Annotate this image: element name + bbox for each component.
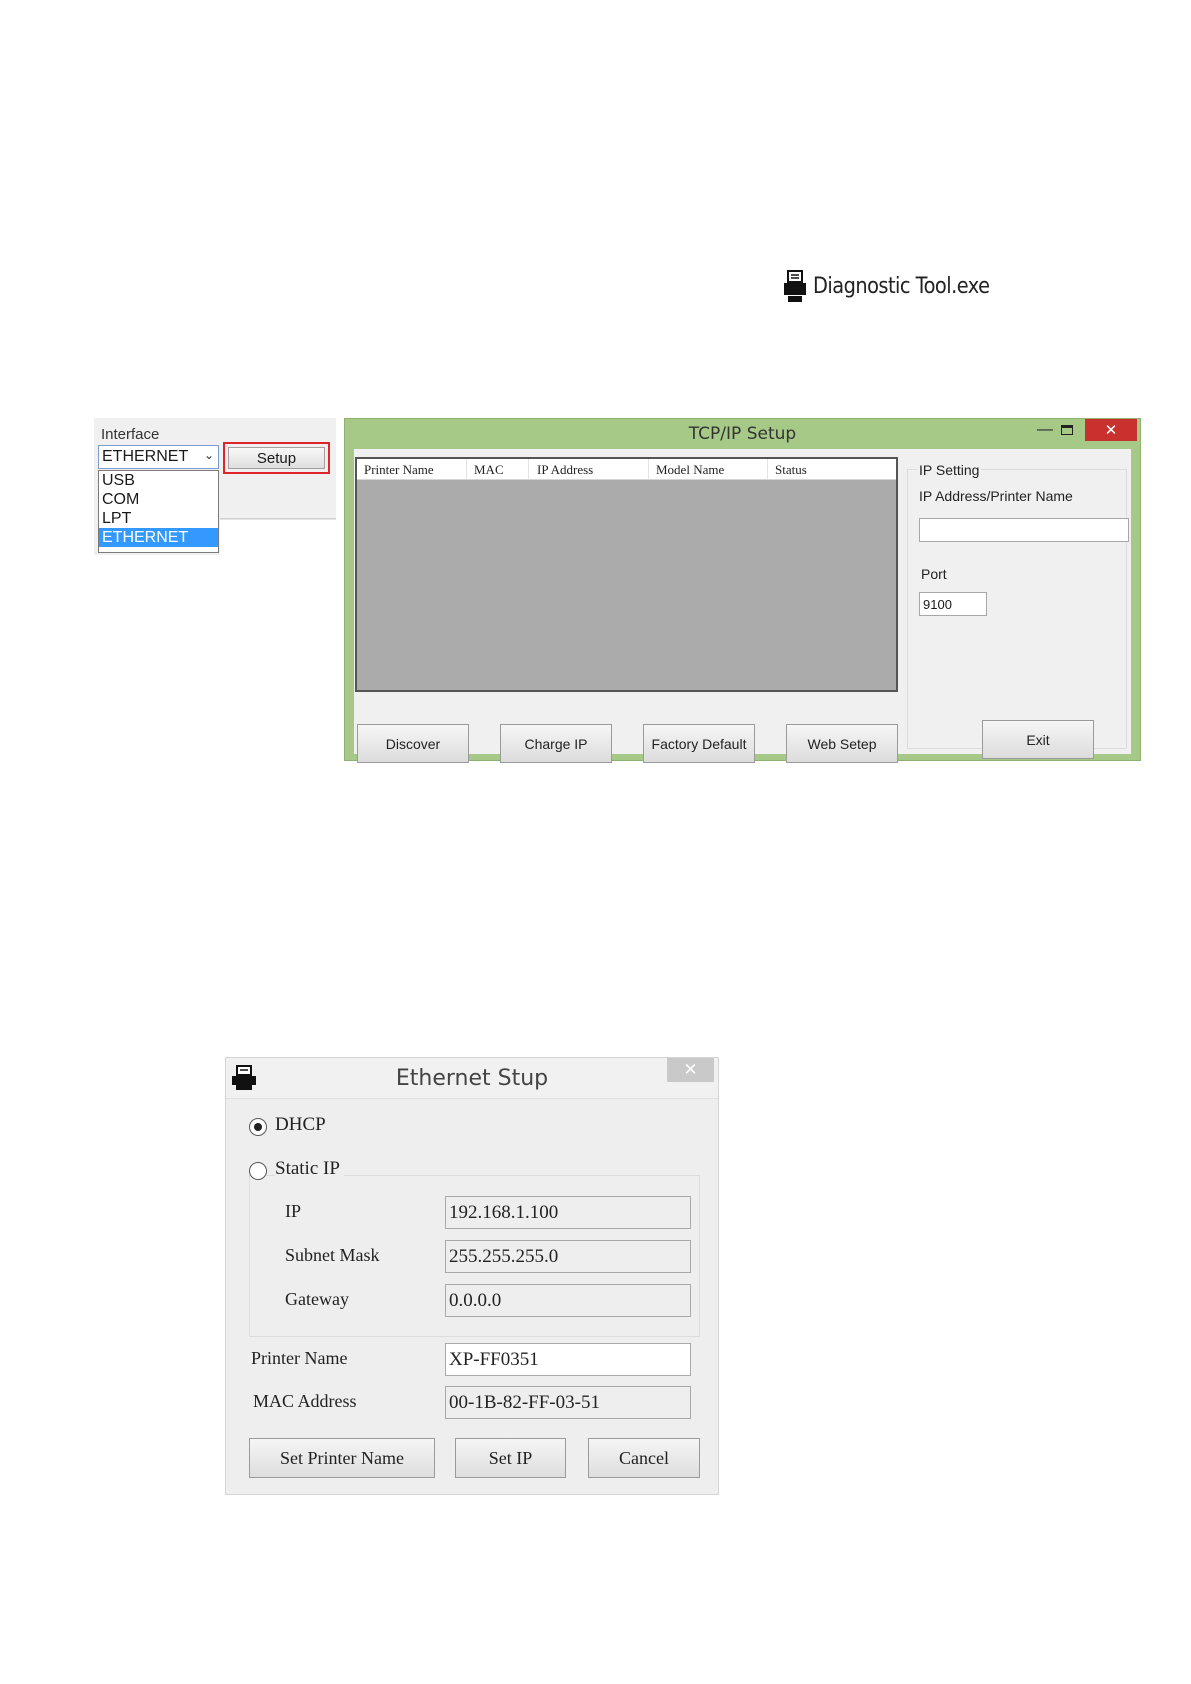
port-label: Port xyxy=(921,566,947,582)
charge-ip-button[interactable]: Charge IP xyxy=(500,724,612,763)
title-bar: Ethernet Stup ✕ xyxy=(226,1058,718,1099)
ip-address-input[interactable] xyxy=(919,518,1129,542)
ip-address-label: IP Address/Printer Name xyxy=(919,488,1073,504)
close-icon: ✕ xyxy=(683,1060,698,1079)
discover-button[interactable]: Discover xyxy=(357,724,469,763)
option-lpt[interactable]: LPT xyxy=(99,509,218,528)
subnet-mask-field[interactable]: 255.255.255.0 xyxy=(445,1240,691,1273)
title-bar: TCP/IP Setup — ✕ xyxy=(345,419,1140,449)
ip-label: IP xyxy=(285,1201,302,1221)
list-header: Printer Name MAC IP Address Model Name S… xyxy=(357,459,896,480)
ip-setting-label: IP Setting xyxy=(917,462,982,478)
column-divider xyxy=(648,459,649,479)
maximize-button[interactable] xyxy=(1061,425,1073,435)
column-printer-name[interactable]: Printer Name xyxy=(364,462,434,478)
column-divider xyxy=(466,459,467,479)
setup-button[interactable]: Setup xyxy=(228,447,325,469)
set-printer-name-button[interactable]: Set Printer Name xyxy=(249,1438,435,1478)
column-divider xyxy=(528,459,529,479)
diagnostic-tool-file[interactable]: Diagnostic Tool.exe xyxy=(783,268,1014,304)
column-model-name[interactable]: Model Name xyxy=(656,462,724,478)
option-com[interactable]: COM xyxy=(99,490,218,509)
gateway-label: Gateway xyxy=(285,1289,349,1309)
column-ip-address[interactable]: IP Address xyxy=(537,462,593,478)
mac-address-label: MAC Address xyxy=(253,1391,357,1411)
interface-panel: Interface ETHERNET ⌄ Setup USB COM LPT E… xyxy=(94,418,336,556)
subnet-mask-label: Subnet Mask xyxy=(285,1245,380,1265)
interface-select-value: ETHERNET xyxy=(102,448,189,465)
setup-highlight: Setup xyxy=(223,442,330,474)
column-mac[interactable]: MAC xyxy=(474,462,504,478)
option-usb[interactable]: USB xyxy=(99,471,218,490)
interface-dropdown-list: USB COM LPT ETHERNET xyxy=(98,470,219,553)
window-title: TCP/IP Setup xyxy=(688,424,797,444)
printer-list[interactable]: Printer Name MAC IP Address Model Name S… xyxy=(355,457,898,692)
web-setup-button[interactable]: Web Setep xyxy=(786,724,898,763)
dhcp-label: DHCP xyxy=(275,1114,326,1135)
ip-field[interactable]: 192.168.1.100 xyxy=(445,1196,691,1229)
cancel-button[interactable]: Cancel xyxy=(588,1438,700,1478)
tcp-ip-setup-window: TCP/IP Setup — ✕ Printer Name MAC IP Add… xyxy=(344,418,1141,763)
dhcp-radio[interactable] xyxy=(249,1118,267,1136)
interface-select[interactable]: ETHERNET ⌄ xyxy=(98,445,219,469)
mac-address-field[interactable]: 00-1B-82-FF-03-51 xyxy=(445,1386,691,1419)
close-button[interactable]: ✕ xyxy=(1085,419,1137,441)
window-title: Ethernet Stup xyxy=(395,1066,549,1091)
column-divider xyxy=(767,459,768,479)
panel-lower-area xyxy=(220,519,336,556)
ethernet-setup-dialog: Ethernet Stup ✕ DHCP Static IP IP 192.16… xyxy=(225,1057,719,1495)
interface-title: Interface xyxy=(101,426,160,443)
column-status[interactable]: Status xyxy=(775,462,807,478)
exit-button[interactable]: Exit xyxy=(982,720,1094,759)
close-icon: ✕ xyxy=(1104,422,1118,439)
printer-name-label: Printer Name xyxy=(251,1348,348,1368)
diagnostic-tool-label: Diagnostic Tool.exe xyxy=(813,273,990,299)
gateway-field[interactable]: 0.0.0.0 xyxy=(445,1284,691,1317)
window-client: Printer Name MAC IP Address Model Name S… xyxy=(354,449,1131,763)
option-ethernet[interactable]: ETHERNET xyxy=(99,528,218,547)
printer-name-field[interactable]: XP-FF0351 xyxy=(445,1343,691,1376)
static-ip-radio[interactable] xyxy=(249,1162,267,1180)
printer-icon xyxy=(784,269,806,302)
chevron-down-icon: ⌄ xyxy=(203,448,214,462)
minimize-button[interactable]: — xyxy=(1035,421,1055,443)
close-button[interactable]: ✕ xyxy=(667,1058,714,1082)
port-input[interactable]: 9100 xyxy=(919,592,987,616)
set-ip-button[interactable]: Set IP xyxy=(455,1438,566,1478)
factory-default-button[interactable]: Factory Default xyxy=(643,724,755,763)
static-ip-label: Static IP xyxy=(275,1158,344,1180)
